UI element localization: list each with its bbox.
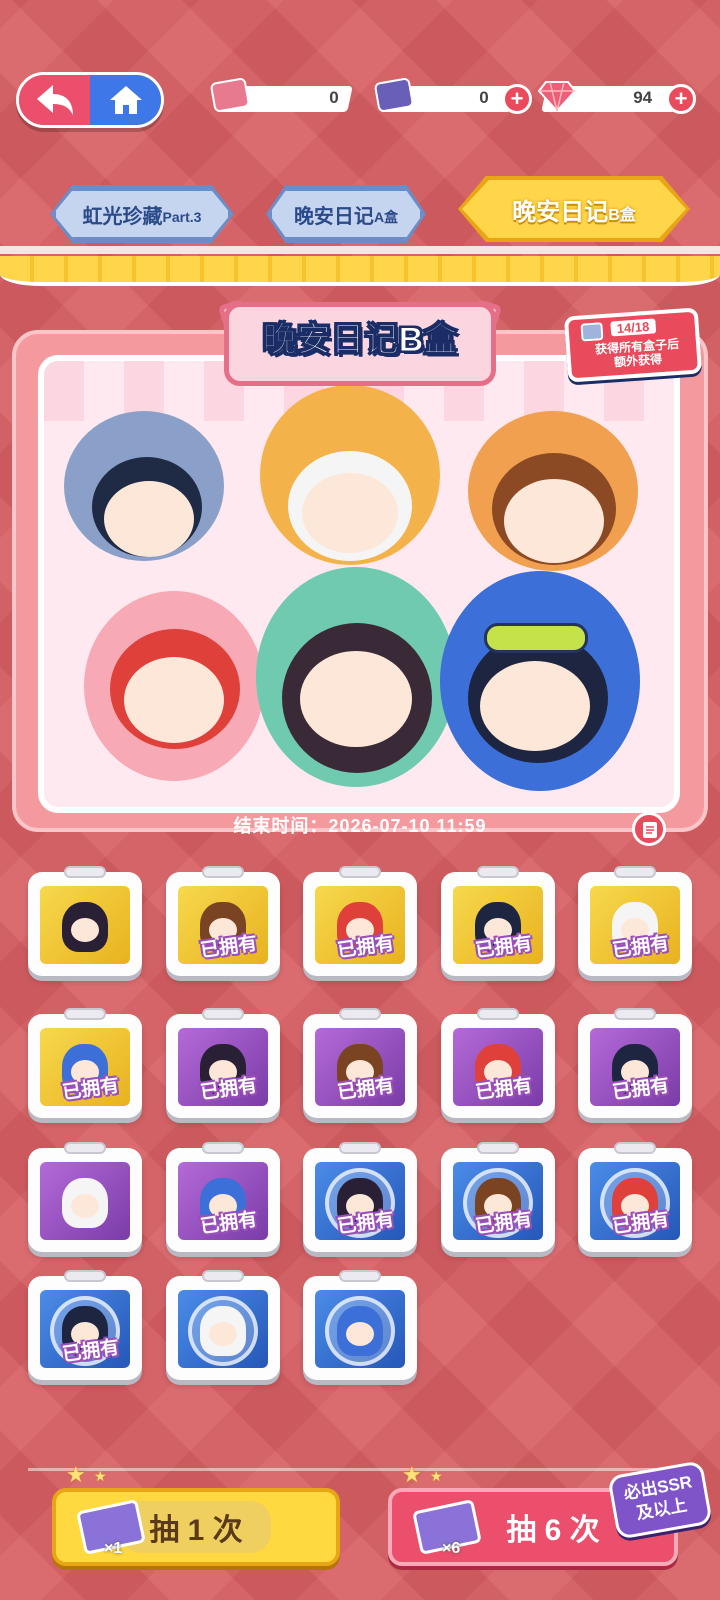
back-button[interactable] [19,75,90,125]
star-icon: ★ [94,1468,107,1484]
hanger-hook [202,1008,244,1020]
end-time-text: 结束时间：2026-07-10 11:59 [233,816,487,836]
collection-item[interactable]: 已拥有 [578,1142,692,1252]
hanger-hook [477,1008,519,1020]
character-face [346,1322,374,1346]
collection-item[interactable]: 已拥有 [303,1142,417,1252]
star-icon: ★ [402,1462,422,1487]
draw-once-label: 抽 1 次 [121,1501,271,1553]
collection-item[interactable]: 已拥有 [166,1142,280,1252]
tab-goodnight-diary-b[interactable]: 晚安日记 B盒 [462,180,686,238]
chibi-face [300,651,412,747]
hanger-hook [614,866,656,878]
collection-item[interactable]: 已拥有 [441,1142,555,1252]
star-icon: ★ [66,1462,86,1487]
chibi-face [480,661,590,751]
character-face [71,1194,99,1218]
currency-ticket-purple-value: 0 [478,88,489,107]
star-icon: ★ [430,1468,443,1484]
tab-sublabel: B盒 [608,207,636,224]
character-face [209,1322,237,1346]
sleep-mask [484,623,588,653]
tab-rail [0,246,720,254]
tab-label: 虹光珍藏 [82,205,163,228]
tab-rainbow-collection[interactable]: 虹光珍藏 Part.3 [53,188,231,240]
draw-six-label: 抽 6 次 [506,1514,600,1547]
collection-item[interactable]: 已拥有 [166,1008,280,1118]
add-ticket-button[interactable]: + [502,84,532,114]
hanger-hook [202,1270,244,1282]
chibi-face [302,473,398,553]
banner-artwork [38,355,680,813]
document-icon [643,822,657,838]
chibi-face [104,481,194,557]
badge-thumbnail [315,1290,405,1368]
bottom-divider [28,1468,692,1471]
chibi-face [124,657,224,743]
collection-item[interactable]: 已拥有 [166,866,280,976]
tab-sublabel: Part.3 [162,209,202,225]
box-progress-count: 14/18 [610,318,656,337]
tab-label: 晚安日记 [512,198,609,226]
box-reward-icon [580,322,604,342]
tab-goodnight-diary-a[interactable]: 晚安日记 A盒 [269,188,423,240]
add-gems-button[interactable]: + [666,84,696,114]
hanger-hook [339,1270,381,1282]
hanger-hook [64,1142,106,1154]
collection-item[interactable]: 已拥有 [441,1008,555,1118]
nav-pill [16,72,164,128]
bonus-note: 获得所有盒子后 额外获得 [582,336,694,372]
gem-icon [538,81,576,112]
hanger-hook [477,1142,519,1154]
hanger-hook [64,1008,106,1020]
home-button[interactable] [90,75,161,125]
collection-item[interactable]: 已拥有 [578,866,692,976]
hanger-hook [614,1008,656,1020]
hanger-hook [339,1008,381,1020]
draw-once-cost: ×1 [104,1540,123,1557]
ssr-guarantee-badge: 必出SSR 及以上 [607,1460,713,1540]
scallop-trim [0,256,720,286]
character-face [71,918,99,942]
purple-ticket-icon [373,77,415,113]
collection-item[interactable]: 已拥有 [303,866,417,976]
card-thumbnail [40,1162,130,1240]
card-thumbnail [40,886,130,964]
hanger-hook [477,866,519,878]
home-icon [109,86,142,114]
draw-six-cost: ×6 [442,1540,461,1557]
currency-ticket-pink-value: 0 [328,88,339,107]
chibi-face [504,479,604,563]
collection-item[interactable] [303,1270,417,1380]
pink-ticket-icon [209,77,251,113]
hanger-hook [202,1142,244,1154]
hanger-hook [339,1142,381,1154]
badge-thumbnail [178,1290,268,1368]
hanger-hook [64,1270,106,1282]
tab-sublabel: A盒 [373,209,399,225]
hanger-hook [339,866,381,878]
collection-item[interactable] [28,866,142,976]
hanger-hook [202,866,244,878]
back-arrow-icon [36,85,73,115]
hanger-hook [614,1142,656,1154]
collection-item[interactable]: 已拥有 [303,1008,417,1118]
banner-title: 晚安日记B盒 [262,321,458,360]
collection-item[interactable]: 已拥有 [441,866,555,976]
currency-gems-value: 94 [633,88,653,107]
box-progress-badge[interactable]: 14/18 获得所有盒子后 额外获得 [563,307,703,383]
collection-item[interactable]: 已拥有 [578,1008,692,1118]
collection-item[interactable]: 已拥有 [28,1008,142,1118]
tab-label: 晚安日记 [293,205,374,228]
hanger-hook [64,866,106,878]
collection-item[interactable] [166,1270,280,1380]
details-button[interactable] [632,812,666,846]
collection-item[interactable] [28,1142,142,1252]
collection-item[interactable]: 已拥有 [28,1270,142,1380]
